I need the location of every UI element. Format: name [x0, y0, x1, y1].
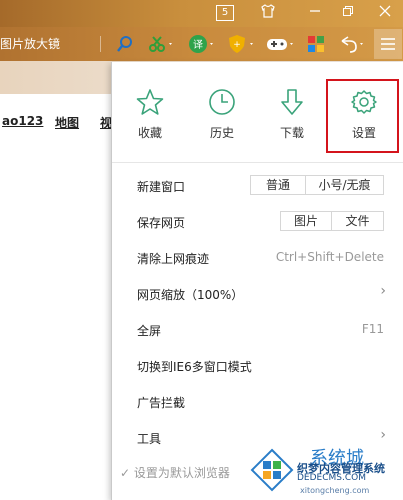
menu-item-label: 保存网页: [137, 216, 186, 230]
title-bar: 5: [0, 0, 403, 27]
menu-item-ie6-mode[interactable]: 切换到IE6多窗口模式: [112, 348, 403, 384]
scissors-icon[interactable]: [148, 33, 174, 55]
page-link[interactable]: ao123: [2, 114, 43, 128]
chevron-right-icon: ›: [380, 283, 386, 299]
menu-hamburger-icon[interactable]: [374, 29, 402, 59]
set-default-browser-link[interactable]: ✓ 设置为默认浏览器: [120, 464, 230, 481]
tab-count-badge[interactable]: 5: [216, 5, 234, 21]
menu-item-label: 切换到IE6多窗口模式: [137, 360, 252, 374]
menu-item-zoom[interactable]: 网页缩放（100%） ›: [112, 276, 403, 312]
close-icon[interactable]: [375, 4, 395, 22]
save-as-file-button[interactable]: 文件: [331, 211, 384, 231]
menu-quick-buttons: 收藏 历史 下载 设置: [112, 62, 403, 162]
apps-grid-icon[interactable]: [307, 33, 325, 55]
shortcut-text: Ctrl+Shift+Delete: [275, 250, 384, 264]
new-window-normal-button[interactable]: 普通: [250, 175, 306, 195]
watermark-line3: xitongcheng.com: [300, 486, 370, 495]
menu-item-label: 全屏: [137, 324, 162, 338]
svg-text:译: 译: [193, 39, 203, 51]
watermark-logo: 系统城 织梦内容管理系统 DEDECMS.COM xitongcheng.com: [245, 438, 403, 500]
menu-item-ad-block[interactable]: 广告拦截: [112, 384, 403, 420]
menu-item-fullscreen[interactable]: 全屏 F11: [112, 312, 403, 348]
settings-highlight-box: [326, 79, 399, 153]
favorites-button[interactable]: 收藏: [122, 88, 178, 148]
toolbar-divider: [100, 36, 101, 52]
page-link[interactable]: 地图: [55, 114, 79, 131]
download-label: 下载: [279, 126, 304, 140]
watermark-line2: DEDECMS.COM: [297, 473, 366, 483]
undo-icon[interactable]: [338, 33, 366, 55]
toolbar: 图片放大镜 译 +: [0, 27, 403, 61]
menu-item-clear-history[interactable]: 清除上网痕迹 Ctrl+Shift+Delete: [112, 240, 403, 276]
windows-logo-icon: [250, 448, 294, 492]
favorites-label: 收藏: [137, 126, 162, 140]
menu-item-new-window[interactable]: 新建窗口 普通 小号/无痕: [112, 168, 403, 204]
gamepad-icon[interactable]: [266, 33, 296, 55]
minimize-icon[interactable]: [305, 4, 325, 22]
save-as-image-button[interactable]: 图片: [280, 211, 332, 231]
address-bar-text[interactable]: 图片放大镜: [0, 35, 60, 52]
menu-item-label: 网页缩放（100%）: [137, 288, 244, 302]
download-arrow-icon: [281, 89, 303, 115]
shield-icon[interactable]: +: [228, 33, 256, 55]
restore-icon[interactable]: [338, 4, 358, 22]
clock-icon: [209, 89, 235, 115]
menu-item-save-page[interactable]: 保存网页 图片 文件: [112, 204, 403, 240]
translate-icon[interactable]: 译: [188, 33, 216, 55]
history-label: 历史: [209, 126, 234, 140]
menu-item-label: 新建窗口: [137, 180, 186, 194]
browser-main-menu: 收藏 历史 下载 设置 新建窗口 普通 小号/无痕 保存网页 图片 文件 清除上…: [111, 62, 403, 500]
star-icon: [136, 89, 164, 115]
menu-item-label: 工具: [137, 432, 162, 446]
shortcut-text: F11: [361, 322, 384, 336]
new-window-private-button[interactable]: 小号/无痕: [305, 175, 384, 195]
menu-divider: [112, 162, 403, 163]
svg-text:+: +: [233, 40, 241, 50]
search-icon[interactable]: [116, 33, 134, 55]
skin-shirt-icon[interactable]: [258, 4, 278, 22]
download-button[interactable]: 下载: [264, 88, 320, 148]
menu-item-label: 清除上网痕迹: [137, 252, 210, 266]
menu-item-label: 广告拦截: [137, 396, 186, 410]
history-button[interactable]: 历史: [194, 88, 250, 148]
